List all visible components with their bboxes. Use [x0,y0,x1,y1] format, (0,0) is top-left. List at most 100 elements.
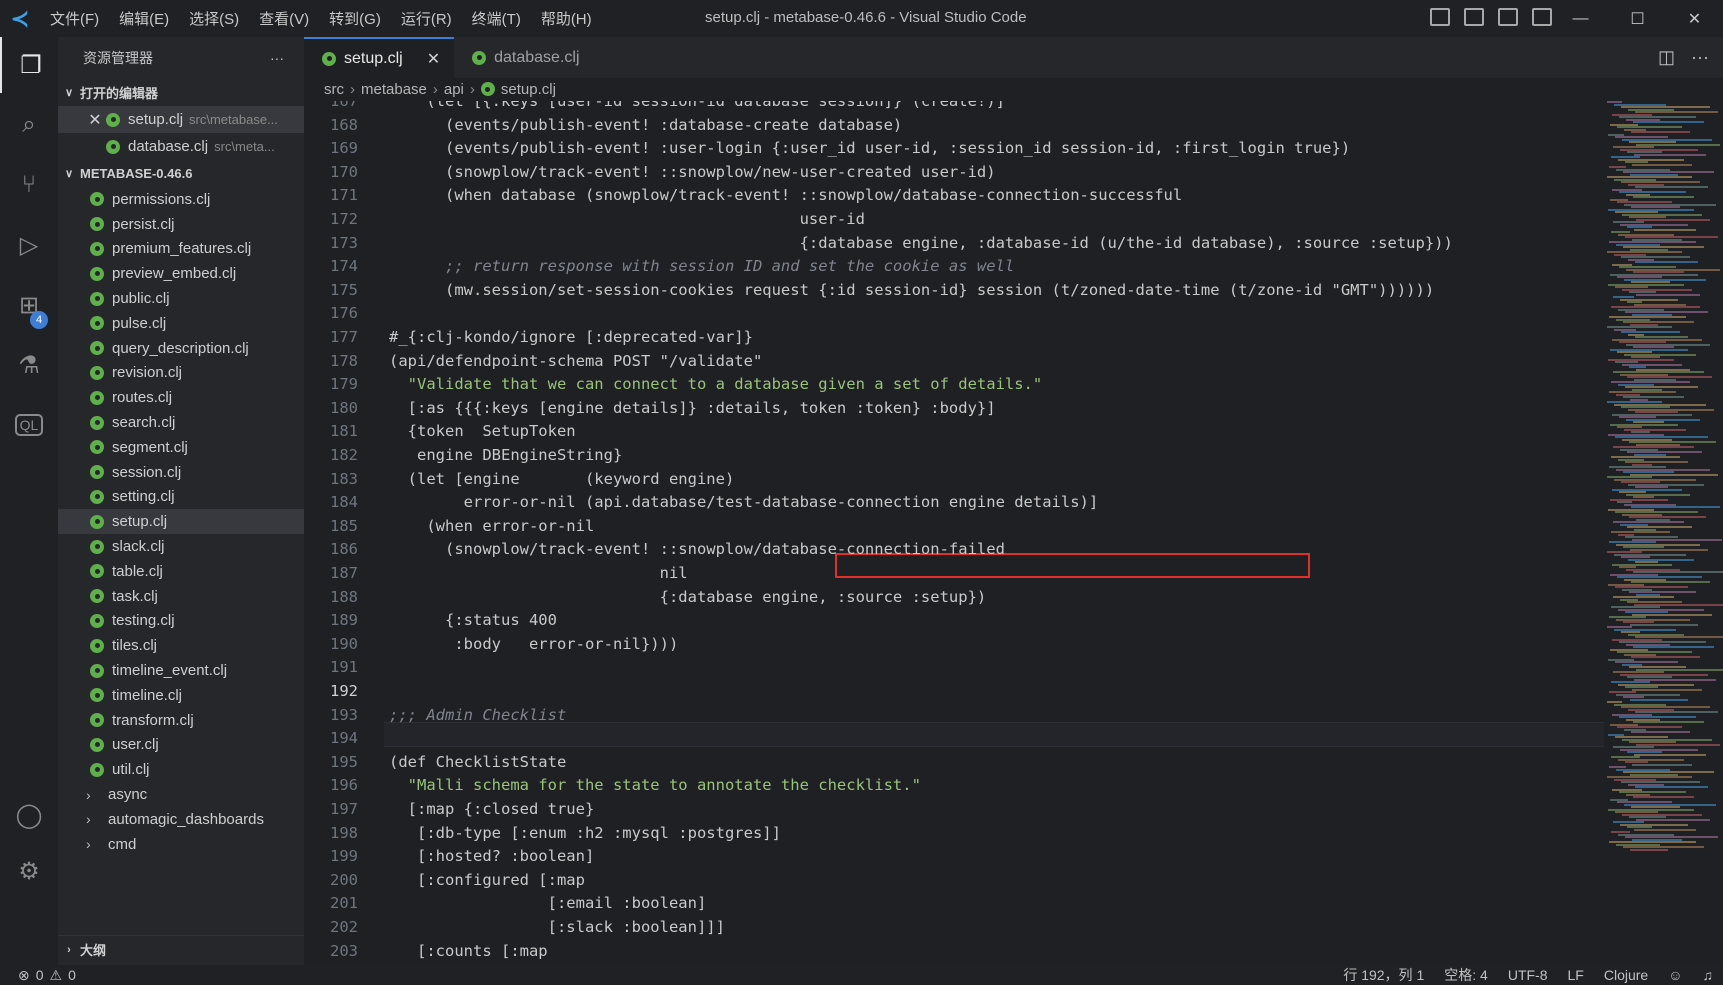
clojure-file-icon [90,415,104,430]
indentation[interactable]: 空格: 4 [1444,965,1488,985]
file-item[interactable]: search.clj [58,410,304,435]
feedback-icon[interactable]: ☺ [1668,967,1682,983]
testing-icon[interactable]: ⚗ [0,337,58,393]
open-editor-item[interactable]: ✕ setup.clj src\metabase... [58,106,304,133]
file-item[interactable]: testing.clj [58,609,304,634]
file-item[interactable]: setup.clj [58,509,304,535]
code-line: 195 (def ChecklistState [304,751,1604,775]
clojure-file-icon [90,737,104,752]
menu-help[interactable]: 帮助(H) [531,8,602,29]
file-item[interactable]: timeline.clj [58,683,304,708]
menu-view[interactable]: 查看(V) [249,8,319,29]
line-number: 167 [330,101,358,110]
run-debug-icon[interactable]: ▷ [0,217,58,273]
customize-layout-icon[interactable] [1532,8,1552,26]
file-item[interactable]: query_description.clj [58,336,304,361]
more-actions-icon[interactable]: ··· [1691,47,1709,68]
code-line: 174 ;; return response with session ID a… [304,255,1604,279]
problems-indicator[interactable]: ⊗ 0 ⚠ 0 [18,965,76,985]
file-item[interactable]: task.clj [58,584,304,609]
open-editors-section[interactable]: ∨ 打开的编辑器 [58,79,304,106]
project-section[interactable]: ∨ METABASE-0.46.6 [58,160,304,187]
menu-terminal[interactable]: 终端(T) [462,8,531,29]
search-icon[interactable]: ⌕ [0,97,58,153]
line-number: 189 [330,611,358,630]
file-item[interactable]: table.clj [58,559,304,584]
end-of-line[interactable]: LF [1568,967,1584,983]
toggle-panel-icon[interactable] [1464,8,1484,26]
close-tab-icon[interactable]: ✕ [427,49,440,69]
file-item[interactable]: pulse.clj [58,311,304,336]
file-item[interactable]: segment.clj [58,435,304,460]
extensions-icon[interactable]: ⊞ 4 [0,277,58,333]
file-name: persist.clj [112,215,175,233]
line-number: 176 [330,304,358,323]
explorer-icon[interactable]: ❐ [0,37,60,93]
toggle-primary-sidebar-icon[interactable] [1430,8,1450,26]
encoding[interactable]: UTF-8 [1508,967,1548,983]
split-editor-icon[interactable]: ◫ [1658,47,1675,68]
more-actions-icon[interactable]: ··· [270,50,284,66]
file-item[interactable]: public.clj [58,286,304,311]
menu-file[interactable]: 文件(F) [40,8,109,29]
code-text: [:map {:closed true} [389,800,595,818]
file-item[interactable]: permissions.clj [58,187,304,212]
clojure-file-icon [90,638,104,653]
file-item[interactable]: tiles.clj [58,633,304,658]
menu-edit[interactable]: 编辑(E) [109,8,179,29]
folder-item[interactable]: › automagic_dashboards [58,807,304,832]
file-item[interactable]: revision.clj [58,361,304,386]
minimize-button[interactable]: — [1552,0,1609,37]
file-item[interactable]: transform.clj [58,708,304,733]
close-icon[interactable]: ✕ [84,110,106,130]
file-item[interactable]: premium_features.clj [58,237,304,262]
language-mode[interactable]: Clojure [1604,967,1648,983]
file-item[interactable]: timeline_event.clj [58,658,304,683]
accounts-icon[interactable]: ◯ [0,787,58,843]
outline-section[interactable]: › 大纲 [58,935,304,963]
cursor-position[interactable]: 行 192，列 1 [1343,965,1424,985]
file-item[interactable]: user.clj [58,733,304,758]
menu-go[interactable]: 转到(G) [319,8,391,29]
breadcrumb-file[interactable]: setup.clj [501,81,556,98]
line-number: 177 [330,328,358,346]
menu-selection[interactable]: 选择(S) [179,8,249,29]
chevron-right-icon: › [86,811,91,828]
chevron-right-icon: › [350,80,355,98]
folder-item[interactable]: › cmd [58,832,304,857]
toggle-secondary-sidebar-icon[interactable] [1498,8,1518,26]
tab-setup[interactable]: setup.clj ✕ [304,37,455,78]
file-item[interactable]: routes.clj [58,385,304,410]
graphql-icon[interactable]: QL [0,397,58,453]
code-text: (def ChecklistState [389,752,567,771]
file-item[interactable]: util.clj [58,757,304,782]
close-window-button[interactable]: ✕ [1666,0,1723,37]
file-item[interactable]: slack.clj [58,534,304,559]
menu-run[interactable]: 运行(R) [391,8,462,29]
source-control-icon[interactable]: ⑂ [0,157,58,213]
file-name: timeline_event.clj [112,662,228,680]
file-item[interactable]: preview_embed.clj [58,261,304,286]
file-name: public.clj [112,290,170,308]
maximize-button[interactable]: ☐ [1609,0,1666,37]
chevron-right-icon: › [432,80,438,98]
breadcrumb-metabase[interactable]: metabase [361,81,427,98]
breadcrumb-api[interactable]: api [444,81,464,98]
tab-database[interactable]: database.clj [454,37,593,78]
file-name: user.clj [112,736,159,754]
notifications-bell-icon[interactable]: ♫ [1703,967,1714,983]
minimap-line [1634,828,1696,831]
minimap[interactable] [1603,101,1723,871]
settings-gear-icon[interactable]: ⚙ [0,843,58,899]
breadcrumb-src[interactable]: src [324,81,344,98]
open-editor-item[interactable]: database.clj src\meta... [58,133,304,160]
code-text: #_{:clj-kondo/ignore [:deprecated-var]} [389,328,753,346]
file-item[interactable]: setting.clj [58,485,304,510]
line-number: 187 [330,564,358,582]
code-editor[interactable]: 167 (let [{:keys [user-id session-id dat… [304,101,1604,965]
file-item[interactable]: session.clj [58,460,304,485]
file-item[interactable]: persist.clj [58,212,304,237]
folder-item[interactable]: › async [58,782,304,807]
minimap-line [1631,656,1700,658]
code-line: 177 #_{:clj-kondo/ignore [:deprecated-var… [304,326,1604,350]
